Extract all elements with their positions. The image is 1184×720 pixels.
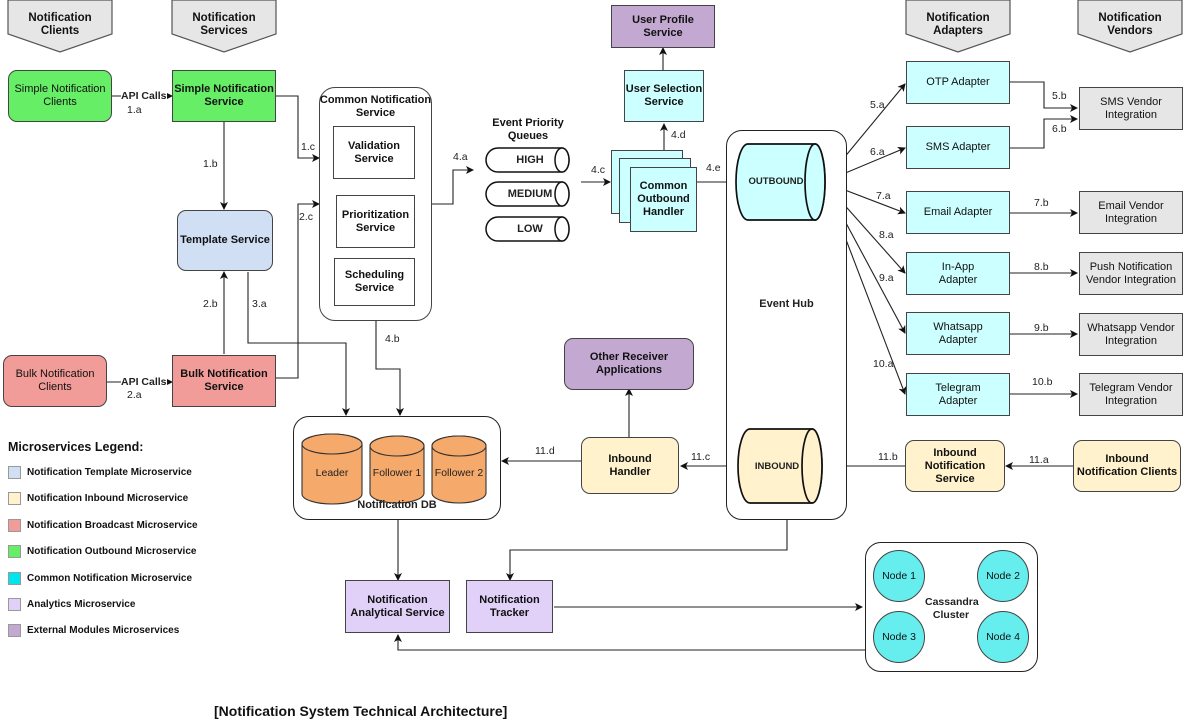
cassandra-cluster-title: Cassandra Cluster bbox=[925, 596, 979, 621]
edge-label-1c: 1.c bbox=[301, 141, 316, 153]
legend-item: Notification Template Microservice bbox=[8, 466, 198, 479]
edge-label-6a: 6.a bbox=[870, 146, 885, 158]
edge-label-7b: 7.b bbox=[1034, 197, 1049, 209]
edge-label-1b: 1.b bbox=[203, 158, 218, 170]
edge-label-1a: 1.a bbox=[127, 104, 142, 116]
legend-label: Notification Inbound Microservice bbox=[27, 493, 189, 505]
edge-label-5b: 5.b bbox=[1052, 90, 1067, 102]
legend-item: Notification Inbound Microservice bbox=[8, 492, 198, 506]
edge-label-6b: 6.b bbox=[1052, 123, 1067, 135]
edge-label-3a: 3.a bbox=[252, 298, 267, 310]
edge-label-2c: 2.c bbox=[299, 211, 314, 223]
db-leader[interactable]: Leader bbox=[302, 467, 362, 479]
legend-label: Notification Template Microservice bbox=[27, 467, 192, 478]
legend-item: Common Notification Microservice bbox=[8, 571, 198, 585]
cassandra-node-4[interactable]: Node 4 bbox=[977, 611, 1029, 663]
db-follower-2[interactable]: Follower 2 bbox=[432, 467, 486, 479]
diagram-caption: [Notification System Technical Architect… bbox=[214, 703, 508, 719]
edge-label-4d: 4.d bbox=[671, 129, 686, 141]
legend-item: Analytics Microservice bbox=[8, 597, 198, 611]
legend-swatch bbox=[8, 466, 21, 479]
cassandra-node-2[interactable]: Node 2 bbox=[977, 550, 1029, 602]
edge-label-8b: 8.b bbox=[1034, 261, 1049, 273]
legend-label: Analytics Microservice bbox=[27, 598, 136, 610]
legend-item: External Modules Microservices bbox=[8, 624, 198, 638]
legend-label: Notification Outbound Microservice bbox=[27, 546, 197, 558]
legend-item: Notification Outbound Microservice bbox=[8, 545, 198, 559]
edge-label-8a: 8.a bbox=[879, 229, 894, 241]
legend: Microservices Legend: Notification Templ… bbox=[8, 440, 198, 651]
edge-label-4c: 4.c bbox=[591, 164, 606, 176]
edge-label-2b: 2.b bbox=[203, 298, 218, 310]
cassandra-node-3[interactable]: Node 3 bbox=[873, 611, 925, 663]
edge-label-2a: 2.a bbox=[127, 389, 142, 401]
edge-label-9a: 9.a bbox=[879, 272, 894, 284]
legend-swatch bbox=[8, 545, 21, 559]
edge-label-4a: 4.a bbox=[453, 151, 468, 163]
edge-label-4b: 4.b bbox=[385, 333, 400, 345]
edge-label-7a: 7.a bbox=[876, 190, 891, 202]
notification-db-title: Notification DB bbox=[357, 499, 437, 511]
legend-swatch bbox=[8, 492, 21, 506]
legend-swatch bbox=[8, 597, 21, 611]
cassandra-node-1[interactable]: Node 1 bbox=[873, 550, 925, 602]
edge-label-4e: 4.e bbox=[706, 162, 721, 174]
legend-item: Notification Broadcast Microservice bbox=[8, 518, 198, 532]
edge-label-10b: 10.b bbox=[1032, 376, 1053, 388]
edge-label-5a: 5.a bbox=[870, 99, 885, 111]
edge-label-11c: 11.c bbox=[691, 451, 711, 463]
notification-tracker[interactable]: Notification Tracker bbox=[466, 580, 553, 633]
edge-label-9b: 9.b bbox=[1034, 322, 1049, 334]
db-follower-1[interactable]: Follower 1 bbox=[370, 467, 424, 479]
legend-label: Common Notification Microservice bbox=[27, 572, 193, 584]
edge-label-11d: 11.d bbox=[535, 445, 555, 457]
edge-label-api-calls-1: API Calls bbox=[121, 90, 167, 102]
edge-label-api-calls-2: API Calls bbox=[121, 376, 167, 388]
legend-title: Microservices Legend: bbox=[8, 440, 144, 454]
legend-swatch bbox=[8, 624, 21, 638]
legend-label: External Modules Microservices bbox=[27, 625, 180, 637]
legend-swatch bbox=[8, 571, 21, 585]
edge-label-10a: 10.a bbox=[873, 358, 894, 370]
legend-swatch bbox=[8, 518, 21, 532]
edge-label-11a: 11.a bbox=[1029, 454, 1049, 466]
notification-analytical-service[interactable]: Notification Analytical Service bbox=[345, 580, 450, 633]
legend-label: Notification Broadcast Microservice bbox=[27, 519, 198, 531]
edge-label-11b: 11.b bbox=[878, 451, 898, 463]
